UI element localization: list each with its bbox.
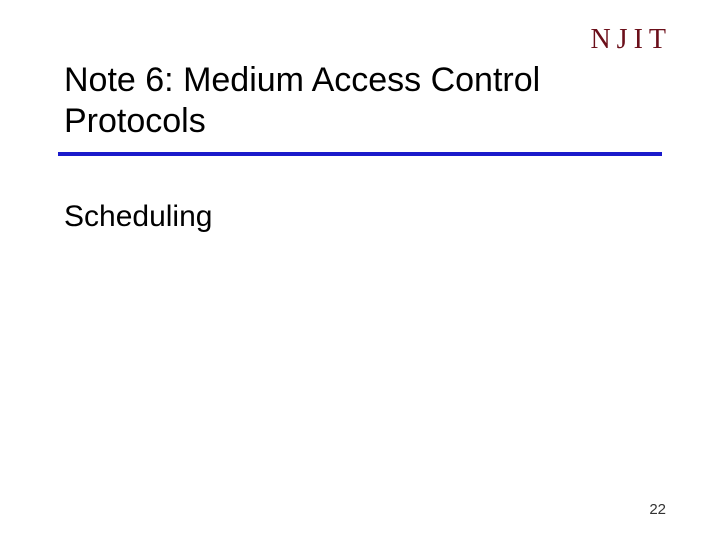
slide-subtitle: Scheduling (64, 200, 212, 234)
page-number: 22 (649, 501, 666, 518)
slide: NJIT Note 6: Medium Access Control Proto… (0, 0, 720, 540)
divider-rule (58, 152, 662, 156)
logo-text: NJIT (590, 24, 672, 55)
njit-logo: NJIT (590, 24, 672, 56)
slide-title: Note 6: Medium Access Control Protocols (64, 60, 656, 142)
